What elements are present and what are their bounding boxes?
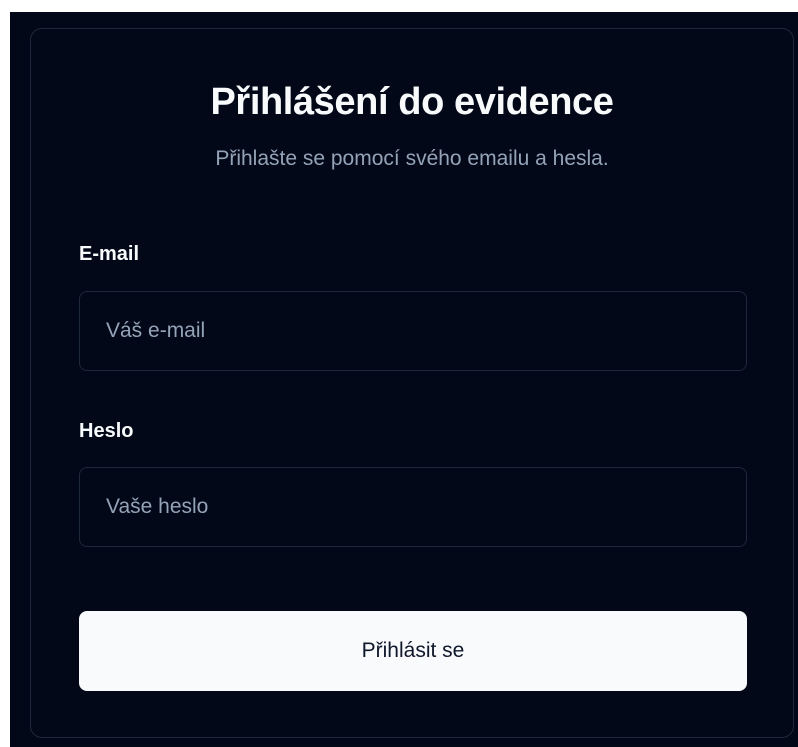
login-card: Přihlášení do evidence Přihlašte se pomo… [30, 28, 794, 738]
email-label: E-mail [79, 243, 140, 265]
login-button[interactable]: Přihlásit se [79, 611, 747, 691]
login-page: Přihlášení do evidence Přihlašte se pomo… [10, 12, 798, 747]
page-subtitle: Přihlašte se pomocí svého emailu a hesla… [215, 147, 609, 170]
password-field[interactable] [79, 467, 747, 547]
email-field[interactable] [79, 291, 747, 371]
password-label: Heslo [79, 420, 134, 442]
page-title: Přihlášení do evidence [210, 81, 614, 123]
